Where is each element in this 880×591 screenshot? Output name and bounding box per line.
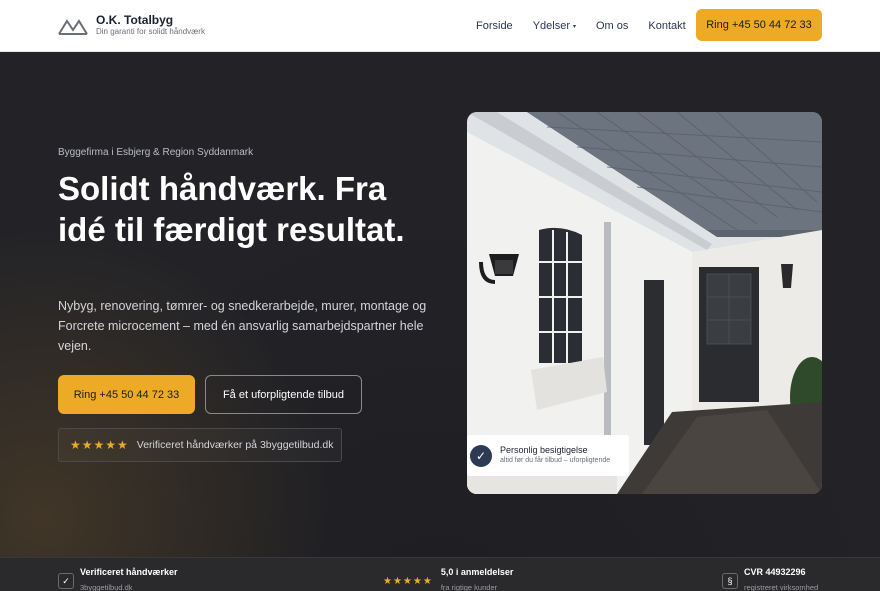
hero-section: Byggefirma i Esbjerg & Region Syddanmark… — [0, 52, 880, 557]
hero-headline: Solidt håndværk. Fra idé til færdigt res… — [58, 170, 405, 248]
verified-badge[interactable]: ★★★★★ Verificeret håndværker på 3byggeti… — [58, 428, 342, 462]
brand-name: O.K. Totalbyg — [96, 13, 174, 27]
trust-item-verified: ✓ Verificeret håndværker 3byggetilbud.dk — [58, 558, 178, 591]
header-call-button[interactable]: Ring +45 50 44 72 33 — [696, 9, 822, 41]
call-button[interactable]: Ring +45 50 44 72 33 — [58, 375, 195, 414]
hero-lead: Nybyg, renovering, tømrer- og snedkerarb… — [58, 299, 427, 353]
trust-title: Verificeret håndværker — [80, 567, 178, 577]
trust-subtitle: 3byggetilbud.dk — [80, 583, 133, 591]
trust-bar: ✓ Verificeret håndværker 3byggetilbud.dk… — [0, 557, 880, 591]
rating-stars-icon: ★★★★★ — [383, 576, 433, 587]
nav-label: Kontakt — [648, 20, 686, 32]
nav-label: Forside — [476, 20, 513, 32]
logo-mountain-icon — [58, 18, 88, 35]
trust-item-reviews: ★★★★★ 5,0 i anmeldelser fra rigtige kund… — [383, 558, 513, 591]
trust-subtitle: fra rigtige kunder — [440, 583, 498, 591]
nav-item-om-os[interactable]: Om os — [596, 20, 628, 32]
nav-label: Ydelser — [532, 20, 570, 32]
check-icon: ✓ — [58, 573, 74, 589]
quote-button[interactable]: Få et uforpligtende tilbud — [205, 375, 362, 414]
badge-text: Verificeret håndværker på 3byggetilbud.d… — [136, 439, 334, 451]
trust-title: CVR 44932296 — [744, 567, 806, 577]
rating-stars-icon: ★★★★★ — [70, 438, 129, 452]
nav-item-kontakt[interactable]: Kontakt — [648, 20, 685, 32]
brand-tagline: Din garanti for solidt håndværk — [96, 27, 205, 36]
section-sign-icon: § — [722, 573, 738, 589]
inspection-subtitle: altid før du får tilbud – uforpligtende — [500, 457, 611, 464]
site-header: O.K. Totalbyg Din garanti for solidt hån… — [0, 0, 880, 52]
main-nav: Forside Ydelser ▾ Om os Kontakt — [476, 0, 706, 52]
chevron-down-icon: ▾ — [572, 23, 576, 30]
trust-title: 5,0 i anmeldelser — [440, 567, 514, 577]
check-icon: ✓ — [470, 444, 492, 467]
nav-label: Om os — [596, 20, 629, 32]
trust-item-cvr: § CVR 44932296 registreret virksomhed — [722, 558, 818, 591]
hero-kicker: Byggefirma i Esbjerg & Region Syddanmark — [58, 147, 254, 158]
nav-item-ydelser[interactable]: Ydelser ▾ — [533, 20, 576, 32]
inspection-card: ✓ Personlig besigtigelse altid før du få… — [467, 435, 629, 476]
trust-subtitle: registreret virksomhed — [744, 583, 819, 591]
logo[interactable]: O.K. Totalbyg Din garanti for solidt hån… — [58, 14, 205, 37]
nav-item-forside[interactable]: Forside — [476, 20, 513, 32]
inspection-title: Personlig besigtigelse — [500, 445, 588, 455]
